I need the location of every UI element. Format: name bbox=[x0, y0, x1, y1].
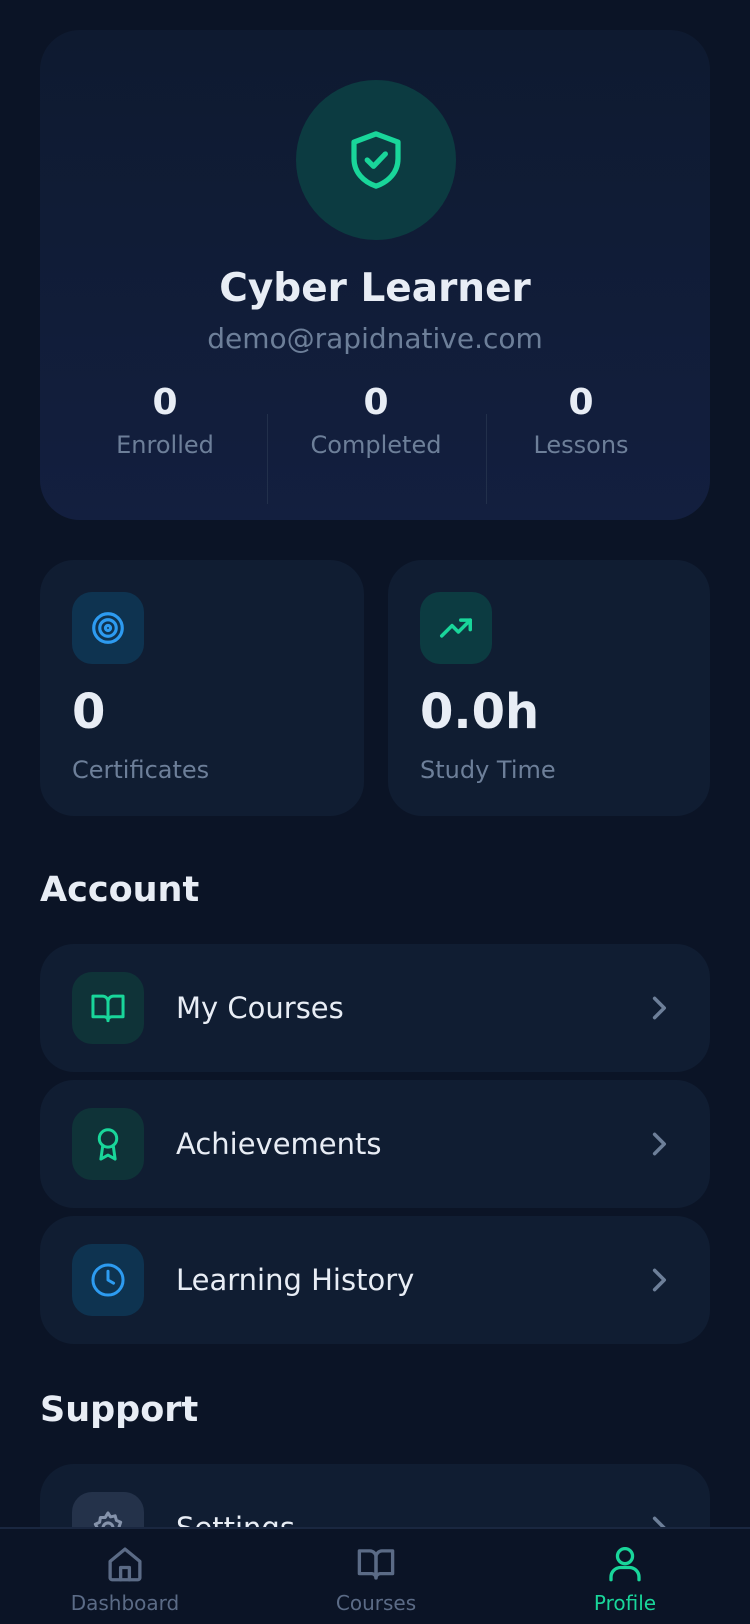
chevron-right-icon bbox=[648, 1080, 670, 1208]
stat-label: Completed bbox=[310, 431, 442, 459]
menu-item-label: Achievements bbox=[176, 1127, 382, 1161]
menu-icon-box bbox=[72, 1244, 144, 1316]
nav-label: Dashboard bbox=[70, 1591, 180, 1615]
menu-item-label: Learning History bbox=[176, 1263, 415, 1297]
target-icon bbox=[92, 612, 124, 644]
study-time-label: Study Time bbox=[420, 756, 556, 784]
certificates-icon-box bbox=[72, 592, 144, 664]
study-time-icon-box bbox=[420, 592, 492, 664]
profile-name: Cyber Learner bbox=[219, 266, 531, 311]
chevron-right-icon bbox=[648, 944, 670, 1072]
menu-item-achievements[interactable]: Achievements bbox=[40, 1080, 710, 1208]
certificates-card[interactable]: 0 Certificates bbox=[40, 560, 364, 816]
support-section-title: Support bbox=[40, 1390, 199, 1430]
menu-item-learning-history[interactable]: Learning History bbox=[40, 1216, 710, 1344]
award-icon bbox=[97, 1128, 119, 1161]
book-open-icon bbox=[357, 1549, 395, 1580]
book-open-icon bbox=[91, 994, 125, 1023]
clock-icon bbox=[91, 1263, 125, 1297]
study-time-card[interactable]: 0.0h Study Time bbox=[388, 560, 710, 816]
stat-lessons: 0 Lessons bbox=[506, 382, 656, 459]
nav-label: Profile bbox=[593, 1591, 657, 1615]
profile-screen: Cyber Learner demo@rapidnative.com 0 Enr… bbox=[0, 0, 750, 1624]
stat-completed: 0 Completed bbox=[296, 382, 456, 459]
nav-label: Courses bbox=[335, 1591, 417, 1615]
account-section-title: Account bbox=[40, 870, 200, 910]
stat-value: 0 bbox=[152, 382, 178, 423]
user-icon bbox=[609, 1546, 641, 1582]
stat-label: Enrolled bbox=[116, 431, 214, 459]
certificates-label: Certificates bbox=[72, 756, 210, 784]
profile-stats: 0 Enrolled 0 Completed 0 Lessons bbox=[40, 382, 710, 504]
stat-enrolled: 0 Enrolled bbox=[100, 382, 230, 459]
stat-divider bbox=[486, 414, 487, 504]
avatar bbox=[296, 80, 456, 240]
nav-item-courses[interactable]: Courses bbox=[296, 1543, 456, 1615]
menu-icon-box bbox=[72, 1108, 144, 1180]
study-time-value: 0.0h bbox=[420, 684, 540, 740]
stat-divider bbox=[267, 414, 268, 504]
nav-item-dashboard[interactable]: Dashboard bbox=[45, 1543, 205, 1615]
menu-item-my-courses[interactable]: My Courses bbox=[40, 944, 710, 1072]
nav-item-profile[interactable]: Profile bbox=[545, 1543, 705, 1615]
profile-card: Cyber Learner demo@rapidnative.com 0 Enr… bbox=[40, 30, 710, 520]
certificates-value: 0 bbox=[72, 684, 106, 740]
chevron-right-icon bbox=[648, 1216, 670, 1344]
trending-up-icon bbox=[440, 618, 472, 638]
profile-email: demo@rapidnative.com bbox=[207, 322, 543, 355]
bottom-nav: Dashboard Courses Profile bbox=[0, 1527, 750, 1624]
stat-value: 0 bbox=[363, 382, 389, 423]
shield-check-icon bbox=[351, 131, 401, 189]
home-icon bbox=[108, 1547, 142, 1582]
stat-label: Lessons bbox=[533, 431, 629, 459]
stat-value: 0 bbox=[568, 382, 594, 423]
menu-icon-box bbox=[72, 972, 144, 1044]
menu-item-label: My Courses bbox=[176, 991, 344, 1025]
